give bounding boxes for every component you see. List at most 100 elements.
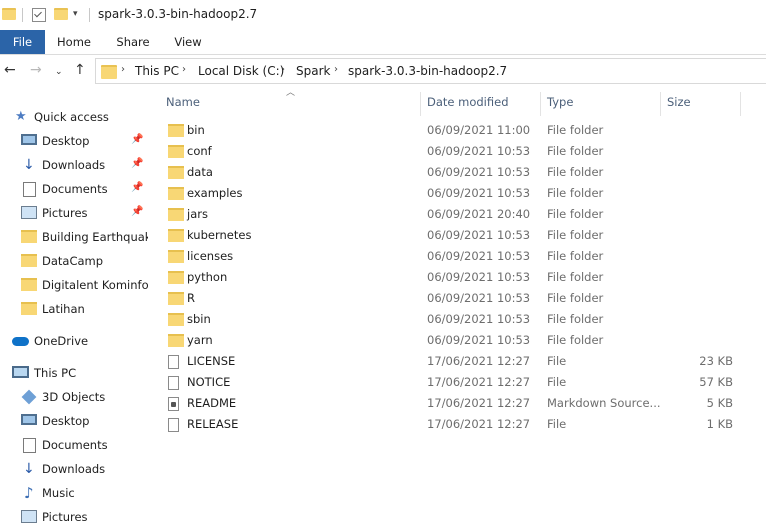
folder-icon (168, 334, 184, 347)
nav-this-pc[interactable]: This PC (0, 362, 148, 384)
title-bar: ▾ spark-3.0.3-bin-hadoop2.7 (0, 0, 766, 30)
nav-item-documents[interactable]: Documents 📌 (0, 178, 148, 200)
file-name: conf (187, 144, 212, 158)
nav-label: Desktop (42, 414, 90, 428)
file-row[interactable]: python 06/09/2021 10:53 File folder (165, 267, 755, 288)
file-name: NOTICE (187, 375, 231, 389)
file-type: File (547, 375, 567, 389)
column-divider[interactable] (740, 92, 741, 116)
file-row[interactable]: LICENSE 17/06/2021 12:27 File 23 KB (165, 351, 755, 372)
nav-item-3d-objects[interactable]: 3D Objects (0, 386, 148, 408)
breadcrumb-separator[interactable]: › (182, 64, 186, 75)
desktop-icon (21, 414, 37, 425)
nav-label: Latihan (42, 302, 85, 316)
column-divider[interactable] (420, 92, 421, 116)
recent-locations-chevron-icon[interactable]: ⌄ (55, 65, 63, 79)
download-arrow-icon: ↓ (23, 461, 35, 477)
file-row[interactable]: sbin 06/09/2021 10:53 File folder (165, 309, 755, 330)
file-type: File folder (547, 144, 604, 158)
file-icon (168, 418, 179, 432)
folder-icon (168, 187, 184, 200)
folder-icon (21, 302, 37, 315)
file-row[interactable]: licenses 06/09/2021 10:53 File folder (165, 246, 755, 267)
file-row[interactable]: RELEASE 17/06/2021 12:27 File 1 KB (165, 414, 755, 435)
column-header-size[interactable]: Size (667, 95, 691, 109)
folder-icon (168, 271, 184, 284)
column-header-date-modified[interactable]: Date modified (427, 95, 509, 109)
file-row[interactable]: yarn 06/09/2021 10:53 File folder (165, 330, 755, 351)
nav-item-building-earthquake[interactable]: Building Earthquake (0, 226, 148, 248)
nav-label: Desktop (42, 134, 90, 148)
desktop-icon (21, 134, 37, 145)
breadcrumb-local-disk[interactable]: Local Disk (C:) (198, 64, 284, 78)
nav-item-pc-desktop[interactable]: Desktop (0, 410, 148, 432)
file-row[interactable]: R 06/09/2021 10:53 File folder (165, 288, 755, 309)
nav-item-music[interactable]: ♪ Music (0, 482, 148, 504)
nav-item-pictures[interactable]: Pictures 📌 (0, 202, 148, 224)
folder-icon[interactable] (2, 8, 16, 20)
tab-file[interactable]: File (0, 30, 45, 54)
date-modified: 06/09/2021 20:40 (427, 207, 531, 221)
cloud-icon (12, 337, 29, 346)
folder-icon (168, 124, 184, 137)
column-divider[interactable] (660, 92, 661, 116)
file-row[interactable]: examples 06/09/2021 10:53 File folder (165, 183, 755, 204)
back-button[interactable]: ← (4, 63, 16, 77)
file-size: 1 KB (706, 417, 733, 431)
file-size: 5 KB (706, 396, 733, 410)
file-name: python (187, 270, 228, 284)
tab-share[interactable]: Share (111, 30, 155, 54)
file-type: File folder (547, 165, 604, 179)
file-type: Markdown Source... (547, 396, 661, 410)
music-note-icon: ♪ (24, 484, 34, 502)
forward-button[interactable]: → (30, 63, 42, 77)
file-type: File folder (547, 312, 604, 326)
column-header-name[interactable]: Name (166, 95, 200, 109)
pin-icon: 📌 (131, 206, 144, 217)
breadcrumb-current-folder[interactable]: spark-3.0.3-bin-hadoop2.7 (348, 64, 507, 78)
file-type: File folder (547, 186, 604, 200)
breadcrumb-separator[interactable]: › (121, 64, 125, 75)
file-name: kubernetes (187, 228, 252, 242)
nav-item-pc-pictures[interactable]: Pictures (0, 506, 148, 525)
pin-icon: 📌 (131, 158, 144, 169)
customize-toolbar-dropdown-icon[interactable]: ▾ (73, 9, 78, 19)
file-row[interactable]: data 06/09/2021 10:53 File folder (165, 162, 755, 183)
nav-item-latihan[interactable]: Latihan (0, 298, 148, 320)
folder-icon (168, 145, 184, 158)
column-divider[interactable] (540, 92, 541, 116)
address-row: ← → ⌄ ↑ › This PC › Local Disk (C:) › Sp… (0, 55, 766, 87)
nav-item-datacamp[interactable]: DataCamp (0, 250, 148, 272)
nav-quick-access[interactable]: ★ Quick access (0, 106, 148, 128)
up-button[interactable]: ↑ (74, 63, 86, 77)
breadcrumb-spark[interactable]: Spark (296, 64, 330, 78)
address-bar[interactable]: › This PC › Local Disk (C:) › Spark › sp… (95, 58, 766, 84)
breadcrumb-this-pc[interactable]: This PC (135, 64, 179, 78)
nav-item-pc-documents[interactable]: Documents (0, 434, 148, 456)
file-row[interactable]: NOTICE 17/06/2021 12:27 File 57 KB (165, 372, 755, 393)
nav-label: Music (42, 486, 75, 500)
column-header-type[interactable]: Type (547, 95, 573, 109)
tab-view[interactable]: View (166, 30, 210, 54)
file-name: examples (187, 186, 243, 200)
file-row[interactable]: conf 06/09/2021 10:53 File folder (165, 141, 755, 162)
file-row[interactable]: jars 06/09/2021 20:40 File folder (165, 204, 755, 225)
file-size: 57 KB (699, 375, 733, 389)
nav-item-downloads[interactable]: ↓ Downloads 📌 (0, 154, 148, 176)
breadcrumb-separator[interactable]: › (281, 64, 285, 75)
new-folder-icon[interactable] (54, 8, 68, 20)
nav-label: Quick access (34, 110, 109, 124)
properties-icon[interactable] (32, 8, 46, 22)
folder-icon (168, 208, 184, 221)
tab-home[interactable]: Home (52, 30, 96, 54)
nav-item-digitalent-kominfo[interactable]: Digitalent Kominfo (0, 274, 148, 296)
file-type: File folder (547, 207, 604, 221)
file-row[interactable]: bin 06/09/2021 11:00 File folder (165, 120, 755, 141)
file-row[interactable]: README 17/06/2021 12:27 Markdown Source...… (165, 393, 755, 414)
nav-item-desktop[interactable]: Desktop 📌 (0, 130, 148, 152)
breadcrumb-separator[interactable]: › (334, 64, 338, 75)
nav-onedrive[interactable]: OneDrive (0, 330, 148, 352)
nav-item-pc-downloads[interactable]: ↓ Downloads (0, 458, 148, 480)
file-row[interactable]: kubernetes 06/09/2021 10:53 File folder (165, 225, 755, 246)
column-headers: ︿ Name Date modified Type Size (150, 88, 766, 116)
